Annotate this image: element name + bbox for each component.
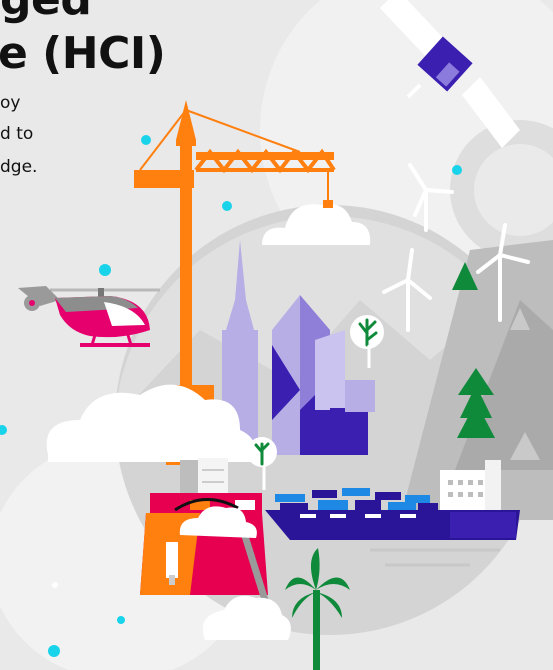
body-text-line-3: dge.: [0, 157, 38, 177]
building: [330, 408, 368, 455]
illustration-page: ged e (HCI) oy d to dge.: [0, 0, 553, 670]
building: [345, 380, 375, 412]
decorative-dot: [52, 582, 58, 588]
infrastructure-illustration: [0, 0, 553, 670]
page-title-line-2: e (HCI): [0, 28, 166, 79]
body-text-line-1: oy: [0, 93, 21, 113]
toolbox-icon: [140, 493, 269, 604]
body-text-line-2: d to: [0, 124, 34, 144]
building: [315, 330, 345, 410]
page-title-line-1: ged: [0, 0, 92, 25]
